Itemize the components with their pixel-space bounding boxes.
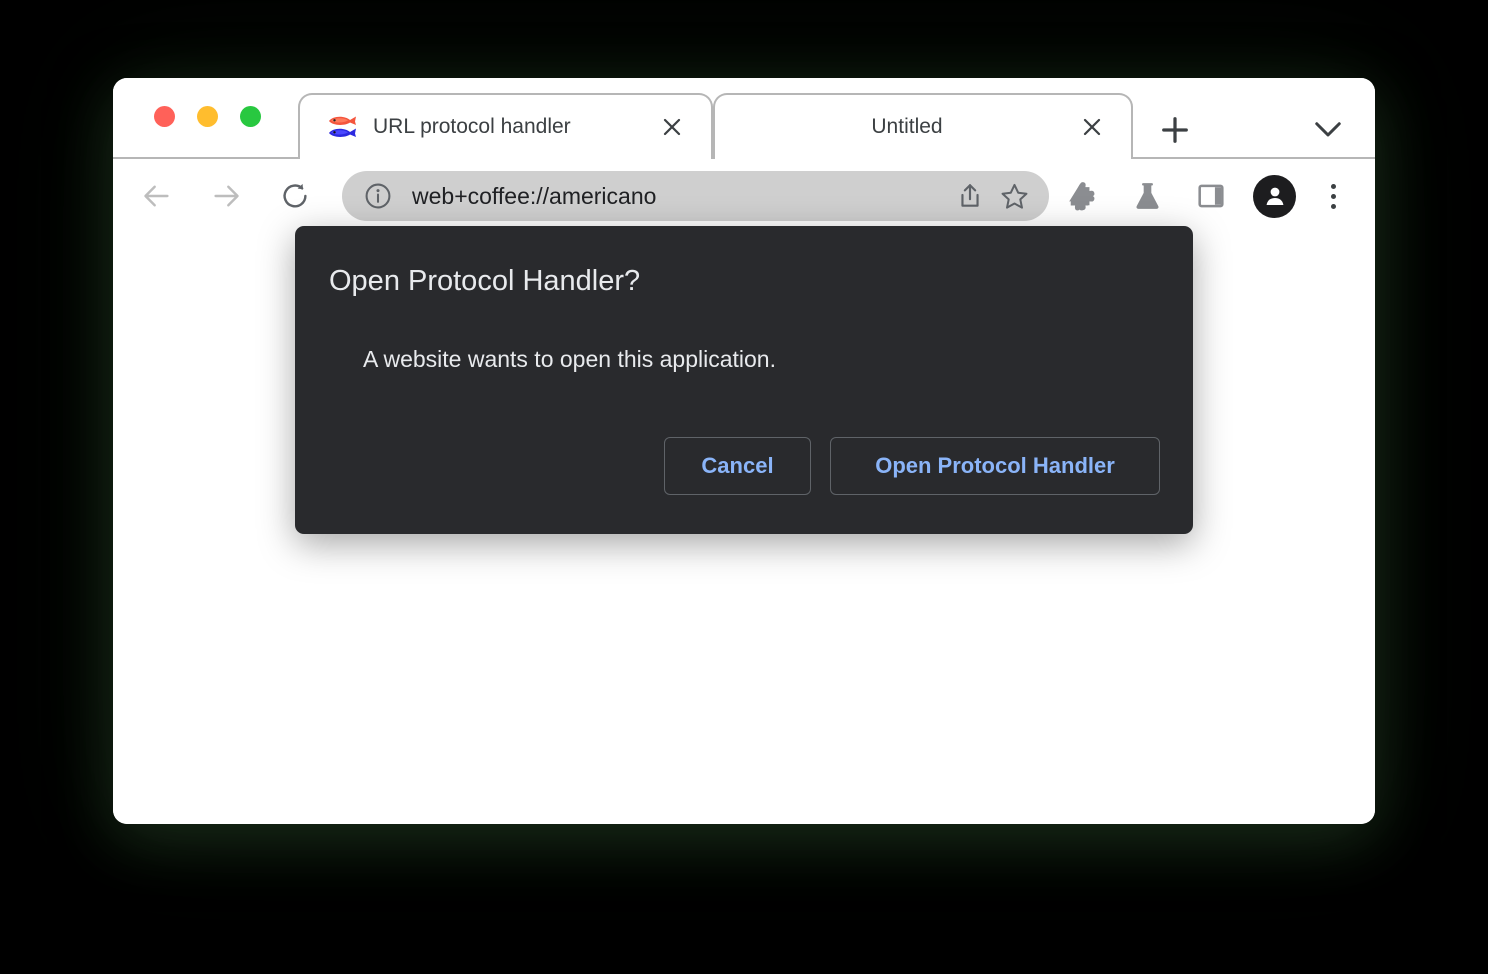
menu-dot — [1330, 203, 1336, 209]
dialog-message: A website wants to open this application… — [363, 346, 776, 372]
tab-strip: URL protocol handler Untitled — [113, 78, 1375, 159]
window-maximize-button[interactable] — [240, 106, 261, 127]
side-panel-icon[interactable] — [1189, 174, 1233, 218]
window-traffic-lights — [154, 106, 261, 127]
tab-close-icon[interactable] — [649, 104, 695, 150]
forward-arrow-icon[interactable] — [204, 174, 248, 218]
address-bar[interactable]: web+coffee://americano — [342, 171, 1049, 221]
tab-url-protocol-handler[interactable]: URL protocol handler — [298, 93, 713, 159]
window-minimize-button[interactable] — [197, 106, 218, 127]
tropical-fish-icon — [325, 110, 359, 144]
tab-close-icon[interactable] — [1069, 104, 1115, 150]
three-dot-menu-icon[interactable] — [1316, 176, 1350, 216]
bookmark-star-icon[interactable] — [992, 174, 1036, 218]
open-protocol-handler-button[interactable]: Open Protocol Handler — [830, 437, 1160, 495]
tab-list-chevron-down-icon[interactable] — [1309, 114, 1347, 146]
extensions-puzzle-icon[interactable] — [1061, 174, 1105, 218]
browser-toolbar: web+coffee://americano — [113, 159, 1375, 233]
experiments-flask-icon[interactable] — [1125, 174, 1169, 218]
dialog-button-row: Cancel Open Protocol Handler — [664, 437, 1160, 495]
cancel-button[interactable]: Cancel — [664, 437, 811, 495]
menu-dot — [1330, 193, 1336, 199]
toolbar-actions — [1061, 174, 1350, 218]
new-tab-button[interactable] — [1156, 111, 1194, 149]
dialog-title: Open Protocol Handler? — [329, 265, 641, 297]
open-protocol-handler-dialog: Open Protocol Handler? A website wants t… — [295, 226, 1193, 534]
menu-dot — [1330, 183, 1336, 189]
info-circle-icon[interactable] — [363, 181, 393, 211]
share-icon[interactable] — [948, 174, 992, 218]
back-arrow-icon[interactable] — [135, 174, 179, 218]
screenshot-stage: URL protocol handler Untitled web+coffee… — [0, 0, 1488, 974]
tab-untitled[interactable]: Untitled — [713, 93, 1133, 159]
profile-avatar[interactable] — [1253, 174, 1296, 218]
tab-title: URL protocol handler — [373, 115, 571, 138]
url-text[interactable]: web+coffee://americano — [412, 183, 948, 210]
window-close-button[interactable] — [154, 106, 175, 127]
reload-icon[interactable] — [273, 174, 317, 218]
tab-title: Untitled — [871, 115, 943, 138]
